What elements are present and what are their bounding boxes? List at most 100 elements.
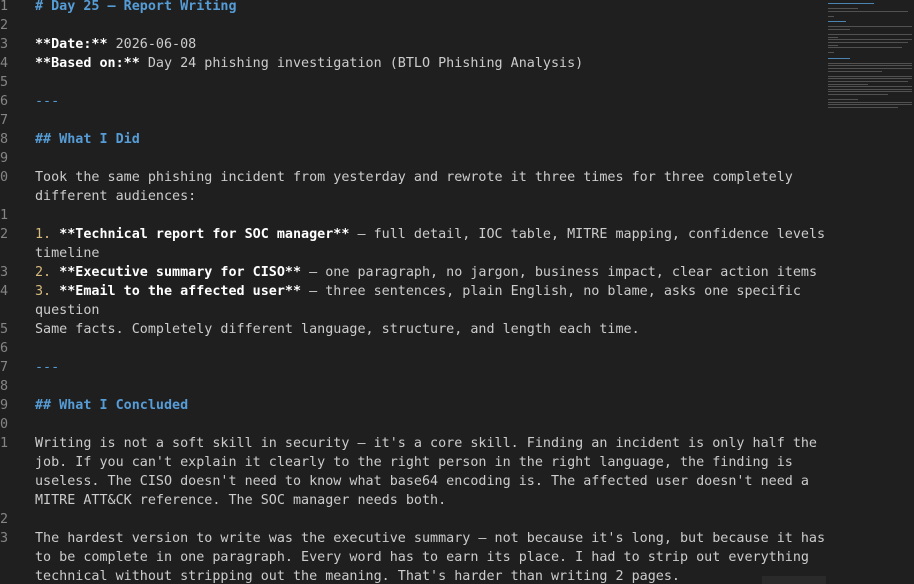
plain-text: MITRE ATT&CK reference. The SOC manager … (35, 493, 447, 508)
minimap-line (828, 83, 868, 85)
plain-text: Writing is not a soft skill in security … (35, 436, 817, 451)
line-number: 2 (0, 512, 9, 527)
minimap-line (828, 86, 912, 88)
editor-line[interactable]: 4 3. **Email to the affected user** — thr… (0, 282, 826, 301)
minimap-line (828, 16, 834, 17)
line-number: 1 (0, 208, 9, 223)
editor-line[interactable]: to be complete in one paragraph. Every w… (0, 548, 826, 567)
minimap-line (828, 65, 912, 67)
editor-line[interactable]: 2 1. **Technical report for SOC manager**… (0, 225, 826, 244)
editor-line[interactable]: 9 (0, 149, 826, 168)
plain-text: 2026-06-08 (107, 37, 197, 52)
plain-text: — three sentences, plain English, no bla… (301, 284, 801, 299)
list-number: 3. (35, 284, 52, 299)
editor-line[interactable]: 5 Same facts. Completely different langua… (0, 320, 826, 339)
line-number: 0 (0, 417, 9, 432)
line-text: question (35, 301, 100, 320)
editor-line[interactable]: useless. The CISO doesn't need to know w… (0, 472, 826, 491)
line-number: 6 (0, 341, 9, 356)
line-text: different audiences: (35, 187, 196, 206)
line-number: 3 (0, 37, 9, 52)
minimap-line (828, 44, 838, 46)
editor-line[interactable]: 1 # Day 25 — Report Writing (0, 0, 826, 16)
editor-line[interactable]: 2 (0, 16, 826, 35)
horizontal-rule: --- (35, 360, 60, 375)
editor-line[interactable]: question (0, 301, 826, 320)
plain-text (51, 284, 59, 299)
line-text: technical without stripping out the mean… (35, 567, 680, 584)
minimap[interactable] (826, 0, 914, 584)
line-number: 0 (0, 170, 9, 185)
bold-text: **Executive summary for CISO** (59, 265, 302, 280)
horizontal-rule: --- (35, 94, 60, 109)
editor-line[interactable]: 0 Took the same phishing incident from ye… (0, 168, 826, 187)
minimap-line (828, 36, 838, 38)
editor-line[interactable]: 7 (0, 111, 826, 130)
markdown-heading: ## What I Did (35, 132, 140, 147)
editor-line[interactable]: 8 ## What I Did (0, 130, 826, 149)
plain-text: useless. The CISO doesn't need to know w… (35, 474, 809, 489)
editor-line[interactable]: 2 (0, 510, 826, 529)
plain-text: technical without stripping out the mean… (35, 569, 680, 584)
minimap-line (828, 57, 850, 59)
editor-line[interactable]: 6 --- (0, 92, 826, 111)
minimap-line (828, 39, 912, 41)
line-text: --- (35, 358, 59, 377)
line-text: job. If you can't explain it clearly to … (35, 453, 793, 472)
horizontal-scrollbar[interactable] (762, 576, 826, 584)
line-number: 8 (0, 132, 9, 147)
bold-text: **Based on:** (35, 56, 140, 71)
line-text: **Date:** 2026-06-08 (35, 35, 196, 54)
editor-line[interactable]: MITRE ATT&CK reference. The SOC manager … (0, 491, 826, 510)
line-text: 3. **Email to the affected user** — thre… (35, 282, 801, 301)
line-text: 1. **Technical report for SOC manager** … (35, 225, 826, 244)
markdown-heading: # Day 25 — Report Writing (35, 0, 237, 14)
editor-line[interactable]: 0 (0, 415, 826, 434)
editor-line[interactable]: 3 The hardest version to write was the ex… (0, 529, 826, 548)
line-number: 3 (0, 265, 9, 280)
list-number: 1. (35, 227, 52, 242)
editor-line[interactable]: 5 (0, 73, 826, 92)
editor-line[interactable]: job. If you can't explain it clearly to … (0, 453, 826, 472)
minimap-line (828, 52, 834, 54)
markdown-editor[interactable]: 1 # Day 25 — Report Writing 2 3 **Date:** 20… (0, 0, 826, 584)
line-text: ## What I Concluded (35, 396, 188, 415)
bold-text: **Technical report for SOC manager** (59, 227, 350, 242)
line-text: useless. The CISO doesn't need to know w… (35, 472, 809, 491)
editor-line[interactable]: 1 Writing is not a soft skill in security… (0, 434, 826, 453)
line-number: 1 (0, 0, 9, 14)
editor-line[interactable]: different audiences: (0, 187, 826, 206)
line-text: 2. **Executive summary for CISO** — one … (35, 263, 817, 282)
line-number: 4 (0, 284, 9, 299)
editor-line[interactable]: technical without stripping out the mean… (0, 567, 826, 584)
editor-line[interactable]: 6 (0, 339, 826, 358)
editor-line[interactable]: 4 **Based on:** Day 24 phishing investiga… (0, 54, 826, 73)
minimap-line (828, 42, 908, 43)
editor-line[interactable]: 3 **Date:** 2026-06-08 (0, 35, 826, 54)
editor-line[interactable]: timeline (0, 244, 826, 263)
line-number: 3 (0, 531, 9, 546)
minimap-line (828, 99, 858, 101)
minimap-line (828, 29, 850, 30)
line-number: 7 (0, 113, 9, 128)
line-number: 2 (0, 18, 9, 33)
editor-line[interactable]: 1 (0, 206, 826, 225)
minimap-line (828, 88, 912, 90)
line-text: Same facts. Completely different languag… (35, 320, 640, 339)
minimap-line (828, 101, 912, 103)
plain-text: — full detail, IOC table, MITRE mapping,… (349, 227, 826, 242)
line-text: # Day 25 — Report Writing (35, 0, 237, 16)
editor-line[interactable]: 8 (0, 377, 826, 396)
markdown-heading: ## What I Concluded (35, 398, 189, 413)
line-number: 5 (0, 322, 9, 337)
plain-text: question (35, 303, 100, 318)
editor-line[interactable]: 9 ## What I Concluded (0, 396, 826, 415)
line-number: 9 (0, 151, 9, 166)
plain-text (51, 227, 59, 242)
minimap-line (828, 62, 912, 64)
line-number: 2 (0, 227, 9, 242)
list-number: 2. (35, 265, 52, 280)
bold-text: **Date:** (35, 37, 108, 52)
editor-line[interactable]: 3 2. **Executive summary for CISO** — one… (0, 263, 826, 282)
editor-line[interactable]: 7 --- (0, 358, 826, 377)
